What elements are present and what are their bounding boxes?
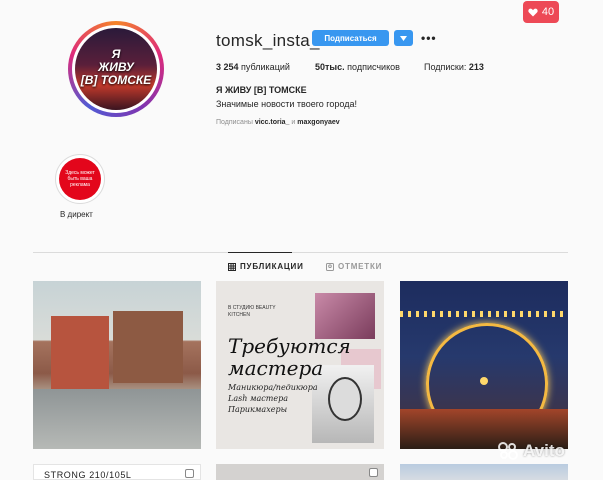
grid-icon (228, 262, 236, 271)
avatar-text-line3: [В] ТОМСКЕ (80, 73, 152, 87)
post-text-lines: Маникюра/педикюра Lash мастера Парикмахе… (228, 382, 318, 415)
chevron-down-icon (400, 35, 407, 41)
tab-tagged-label: ОТМЕТКИ (338, 262, 383, 271)
profile-bio: Значимые новости твоего города! (216, 99, 357, 109)
followed-by-prefix: Подписаны (216, 119, 253, 126)
tabs-divider (33, 252, 568, 253)
notifications-count: 40 (541, 6, 555, 18)
following-count: 213 (468, 62, 484, 72)
post-headline: Требуются мастера (228, 334, 351, 380)
tagged-icon (326, 262, 334, 271)
multi-post-icon (369, 468, 378, 477)
followers-stat[interactable]: 50тыс. подписчиков (315, 62, 400, 72)
post-image (113, 311, 183, 383)
avito-logo-icon (498, 442, 518, 460)
suggested-dropdown-button[interactable] (394, 30, 413, 46)
post-thumbnail[interactable] (400, 464, 568, 480)
highlight-thumbnail: Здесь может быть ваша реклама (59, 158, 101, 200)
profile-full-name: Я ЖИВУ [В] ТОМСКЕ (216, 85, 307, 95)
heart-icon (528, 8, 538, 16)
post-image (51, 316, 109, 396)
tab-posts[interactable]: ПУБЛИКАЦИИ (228, 262, 304, 271)
multi-post-icon (185, 469, 194, 478)
story-highlight[interactable]: Здесь может быть ваша реклама (55, 154, 105, 204)
post-text-line: Парикмахеры (228, 405, 288, 414)
avito-watermark: Avito (497, 441, 565, 461)
followed-by-user-link[interactable]: maxgonyaev (297, 119, 339, 126)
post-thumbnail[interactable] (400, 281, 568, 449)
notifications-badge[interactable]: 40 (523, 1, 559, 23)
post-thumbnail[interactable]: STRONG 210/105L (33, 464, 201, 480)
post-thumbnail[interactable] (33, 281, 201, 449)
tab-posts-label: ПУБЛИКАЦИИ (240, 262, 304, 271)
post-image (480, 377, 488, 385)
avatar-image: Я ЖИВУ [В] ТОМСКЕ (75, 28, 157, 110)
watermark-text: Avito (523, 441, 565, 460)
post-image (33, 389, 201, 449)
followers-count: 50тыс. (315, 62, 345, 72)
post-image (315, 293, 375, 339)
followers-label: подписчиков (347, 62, 400, 72)
active-tab-indicator (228, 252, 292, 253)
post-thumbnail[interactable] (216, 464, 384, 480)
following-stat[interactable]: Подписки: 213 (424, 62, 484, 72)
post-image (400, 311, 568, 317)
followed-by: Подписаны vicc.toria_ и maxgonyaev (216, 119, 340, 126)
posts-label: публикаций (241, 62, 290, 72)
post-text-line: Маникюра/педикюра (228, 383, 318, 392)
follow-button[interactable]: Подписаться (312, 30, 389, 46)
following-label: Подписки: (424, 62, 467, 72)
highlight-label: В директ (60, 210, 93, 219)
post-caption-text: STRONG 210/105L (44, 470, 132, 480)
profile-avatar[interactable]: Я ЖИВУ [В] ТОМСКЕ (68, 21, 164, 117)
more-horizontal-icon[interactable]: ••• (421, 31, 437, 45)
profile-username: tomsk_insta_ (216, 31, 320, 50)
followed-by-user-link[interactable]: vicc.toria_ (255, 119, 290, 126)
tab-tagged[interactable]: ОТМЕТКИ (326, 262, 382, 271)
posts-count: 3 254 (216, 62, 239, 72)
posts-count-stat: 3 254 публикаций (216, 62, 290, 72)
post-text-line: Lash мастера (228, 394, 288, 403)
post-thumbnail[interactable]: В СТУДИЮ BEAUTY KITCHEN Требуются мастер… (216, 281, 384, 449)
post-image (328, 377, 362, 421)
post-small-text: В СТУДИЮ BEAUTY KITCHEN (228, 305, 276, 318)
followed-by-and: и (291, 119, 296, 126)
